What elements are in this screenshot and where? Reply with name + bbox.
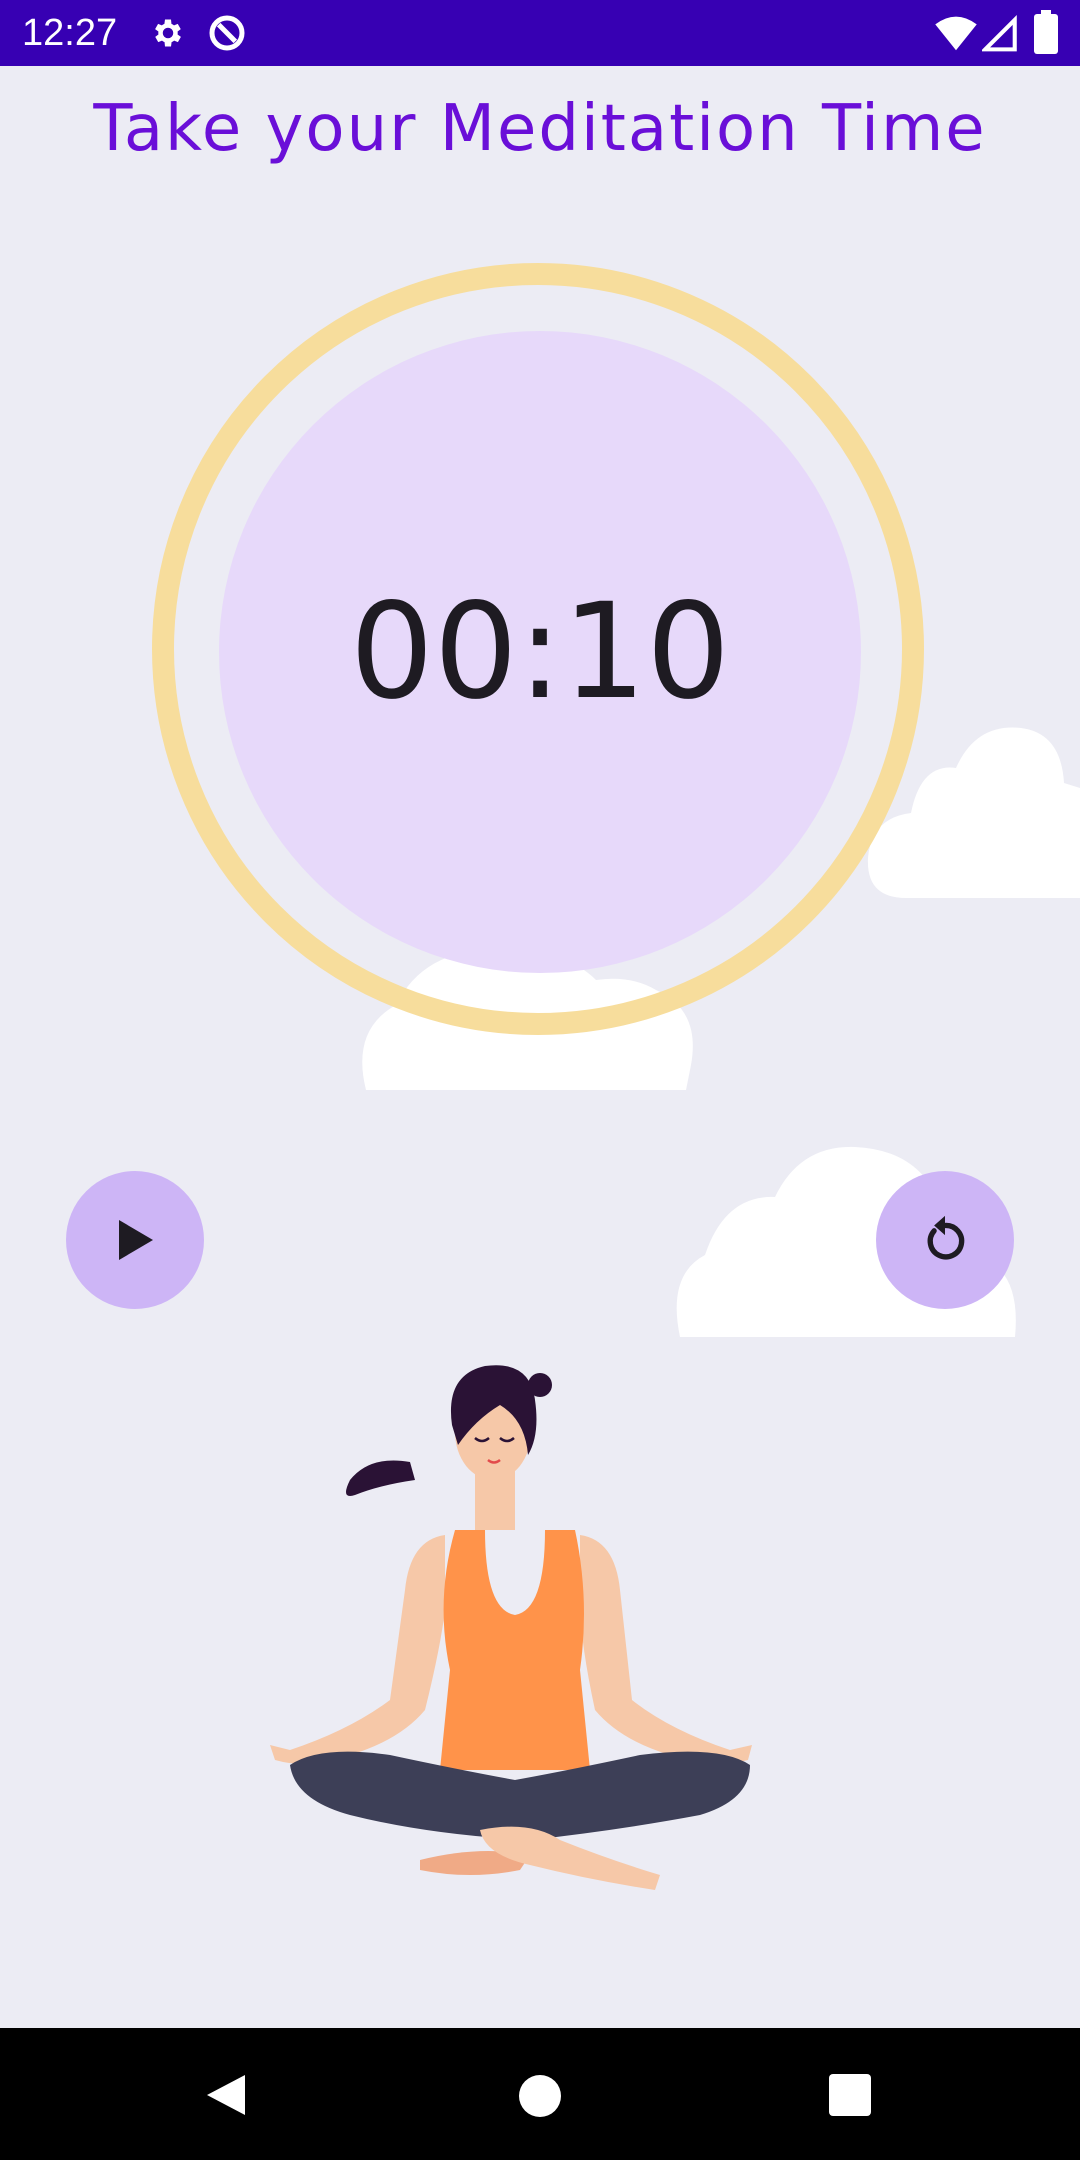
right-arm xyxy=(580,1535,752,1764)
battery-icon xyxy=(1034,10,1058,54)
navigation-bar xyxy=(0,2028,1080,2160)
hair-bun xyxy=(528,1373,552,1397)
back-icon[interactable] xyxy=(203,2071,247,2119)
home-icon[interactable] xyxy=(518,2074,562,2118)
signal-icon xyxy=(982,14,1017,52)
replay-icon xyxy=(927,1215,965,1260)
play-icon xyxy=(119,1220,153,1260)
hair xyxy=(346,1460,415,1496)
page-title: Take your Meditation Time xyxy=(93,92,987,166)
status-bar: 12:27 xyxy=(0,0,1080,66)
gear-icon xyxy=(155,19,181,47)
play-button[interactable] xyxy=(66,1171,204,1309)
left-arm xyxy=(270,1535,445,1764)
reset-button[interactable] xyxy=(876,1171,1014,1309)
wifi-icon xyxy=(935,16,977,51)
meditation-illustration xyxy=(270,1365,752,1890)
recents-icon[interactable] xyxy=(829,2074,871,2116)
timer-display: 00:10 xyxy=(349,575,731,729)
status-time: 12:27 xyxy=(22,12,118,54)
tank-top xyxy=(440,1530,590,1770)
data-saver-icon xyxy=(209,15,245,51)
